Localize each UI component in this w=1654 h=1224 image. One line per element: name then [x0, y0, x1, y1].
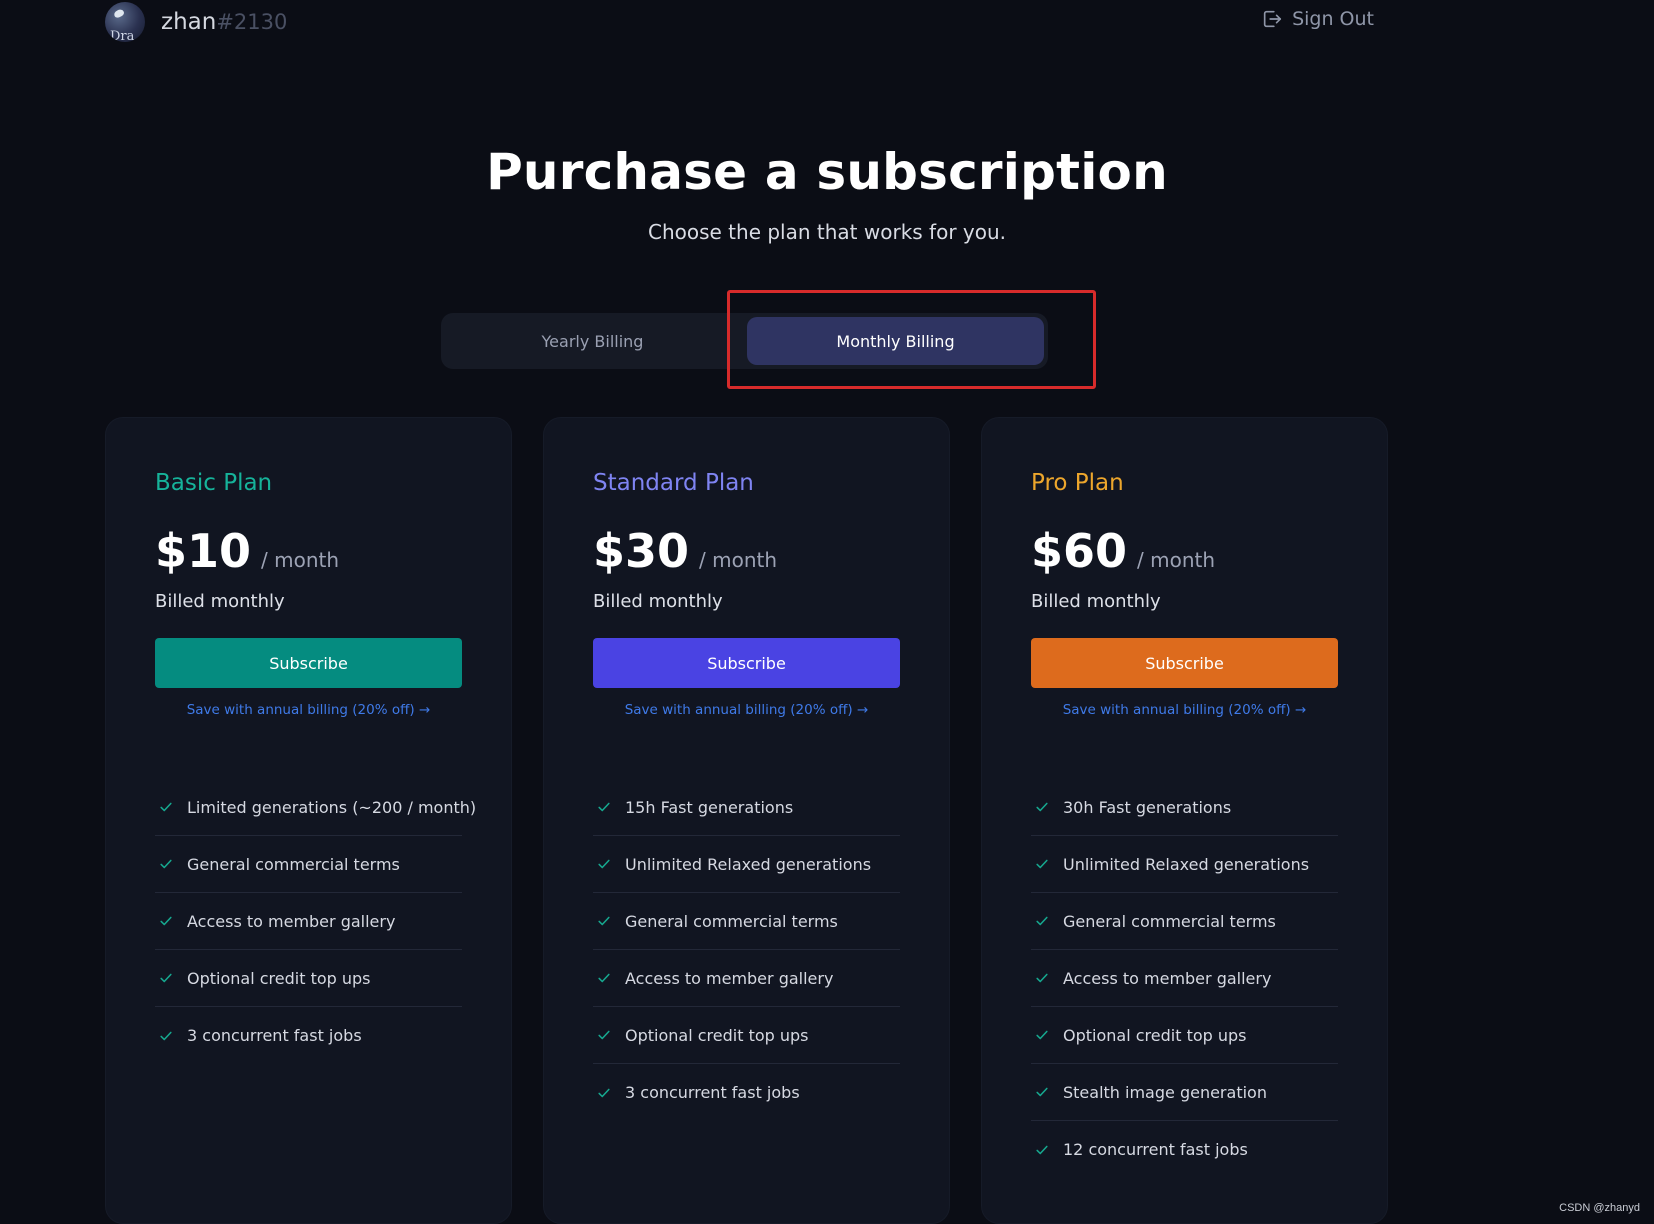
feature-text: Optional credit top ups	[1063, 1025, 1247, 1045]
feature-text: 12 concurrent fast jobs	[1063, 1140, 1248, 1159]
feature-text: Unlimited Relaxed generations	[1063, 854, 1310, 874]
feature-item: 3 concurrent fast jobs	[155, 1007, 462, 1064]
feature-item: Unlimited Relaxed generations	[1031, 836, 1338, 893]
yearly-billing-tab[interactable]: Yearly Billing	[445, 317, 740, 365]
feature-item: Optional credit top ups	[1031, 1007, 1338, 1064]
check-icon	[1033, 969, 1051, 987]
monthly-billing-tab[interactable]: Monthly Billing	[747, 317, 1044, 365]
feature-item: Access to member gallery	[155, 893, 462, 950]
feature-text: General commercial terms	[625, 911, 838, 931]
subscribe-button[interactable]: Subscribe	[593, 638, 900, 688]
annual-billing-link[interactable]: Save with annual billing (20% off) →	[593, 702, 900, 718]
feature-list: Limited generations (~200 / month) Genera…	[155, 779, 476, 1064]
feature-item: Optional credit top ups	[155, 950, 462, 1007]
plan-card-standard: Standard Plan $30 / month Billed monthly…	[543, 417, 950, 1224]
sign-out-label: Sign Out	[1292, 8, 1374, 30]
feature-text: 30h Fast generations	[1063, 797, 1232, 817]
annual-billing-link[interactable]: Save with annual billing (20% off) →	[155, 702, 462, 718]
check-icon	[157, 855, 175, 873]
annual-billing-link[interactable]: Save with annual billing (20% off) →	[1031, 702, 1338, 718]
username: zhan	[161, 9, 217, 35]
feature-item: General commercial terms	[1031, 893, 1338, 950]
feature-item: Limited generations (~200 / month)	[155, 779, 476, 836]
feature-item: 30h Fast generations	[1031, 779, 1338, 836]
check-icon	[157, 798, 175, 816]
check-icon	[595, 969, 613, 987]
feature-item: 12 concurrent fast jobs	[1031, 1121, 1338, 1178]
subscribe-button[interactable]: Subscribe	[1031, 638, 1338, 688]
check-icon	[1033, 1141, 1051, 1159]
feature-item: General commercial terms	[593, 893, 900, 950]
feature-text: Optional credit top ups	[625, 1025, 809, 1045]
avatar-leaf-icon	[112, 8, 126, 19]
plan-name: Pro Plan	[1031, 470, 1124, 496]
feature-item: Unlimited Relaxed generations	[593, 836, 900, 893]
subscribe-button[interactable]: Subscribe	[155, 638, 462, 688]
feature-list: 15h Fast generations Unlimited Relaxed ge…	[593, 779, 900, 1121]
check-icon	[1033, 855, 1051, 873]
feature-text: General commercial terms	[1063, 911, 1276, 931]
feature-text: 3 concurrent fast jobs	[187, 1026, 362, 1045]
page-title: Purchase a subscription	[486, 143, 1168, 201]
plan-price: $60	[1031, 524, 1128, 578]
check-icon	[1033, 1083, 1051, 1101]
subscription-page: Dra zhan #2130 Sign Out Purchase a subscr…	[0, 0, 1654, 1224]
avatar-text: Dra	[110, 29, 135, 42]
plan-price: $10	[155, 524, 252, 578]
feature-text: Access to member gallery	[625, 968, 834, 988]
feature-text: Access to member gallery	[187, 911, 396, 931]
watermark: CSDN @zhanyd	[1559, 1202, 1640, 1214]
check-icon	[595, 912, 613, 930]
feature-item: Access to member gallery	[1031, 950, 1338, 1007]
feature-item: 3 concurrent fast jobs	[593, 1064, 900, 1121]
feature-text: Unlimited Relaxed generations	[625, 854, 872, 874]
feature-text: General commercial terms	[187, 854, 400, 874]
feature-text: Limited generations (~200 / month)	[187, 797, 477, 817]
check-icon	[1033, 912, 1051, 930]
feature-text: 3 concurrent fast jobs	[625, 1083, 800, 1102]
plan-card-pro: Pro Plan $60 / month Billed monthly Subs…	[981, 417, 1388, 1224]
billing-note: Billed monthly	[593, 591, 723, 612]
billing-toggle: Yearly Billing Monthly Billing	[441, 313, 1048, 369]
page-subtitle: Choose the plan that works for you.	[647, 220, 1007, 244]
plan-period: / month	[699, 548, 778, 572]
feature-item: 15h Fast generations	[593, 779, 900, 836]
feature-text: Stealth image generation	[1063, 1082, 1267, 1102]
feature-item: Stealth image generation	[1031, 1064, 1338, 1121]
feature-text: Optional credit top ups	[187, 968, 371, 988]
check-icon	[157, 1027, 175, 1045]
plan-name: Standard Plan	[593, 470, 754, 496]
check-icon	[595, 855, 613, 873]
plan-period: / month	[261, 548, 340, 572]
check-icon	[1033, 798, 1051, 816]
check-icon	[595, 1084, 613, 1102]
check-icon	[595, 798, 613, 816]
feature-item: Optional credit top ups	[593, 1007, 900, 1064]
sign-out-button[interactable]: Sign Out	[1261, 8, 1374, 30]
plan-card-basic: Basic Plan $10 / month Billed monthly Su…	[105, 417, 512, 1224]
user-info: Dra zhan #2130	[105, 2, 287, 42]
feature-text: 15h Fast generations	[625, 797, 794, 817]
billing-note: Billed monthly	[155, 591, 285, 612]
sign-out-icon	[1263, 10, 1282, 28]
plan-price: $30	[593, 524, 690, 578]
feature-text: Access to member gallery	[1063, 968, 1272, 988]
plan-period: / month	[1137, 548, 1216, 572]
feature-item: General commercial terms	[155, 836, 462, 893]
billing-note: Billed monthly	[1031, 591, 1161, 612]
check-icon	[157, 969, 175, 987]
feature-item: Access to member gallery	[593, 950, 900, 1007]
price-row: $30 / month	[593, 524, 777, 578]
user-tag: #2130	[216, 10, 288, 34]
check-icon	[595, 1026, 613, 1044]
check-icon	[157, 912, 175, 930]
feature-list: 30h Fast generations Unlimited Relaxed ge…	[1031, 779, 1338, 1178]
avatar[interactable]: Dra	[105, 2, 145, 42]
plan-name: Basic Plan	[155, 470, 273, 496]
price-row: $10 / month	[155, 524, 339, 578]
check-icon	[1033, 1026, 1051, 1044]
price-row: $60 / month	[1031, 524, 1215, 578]
